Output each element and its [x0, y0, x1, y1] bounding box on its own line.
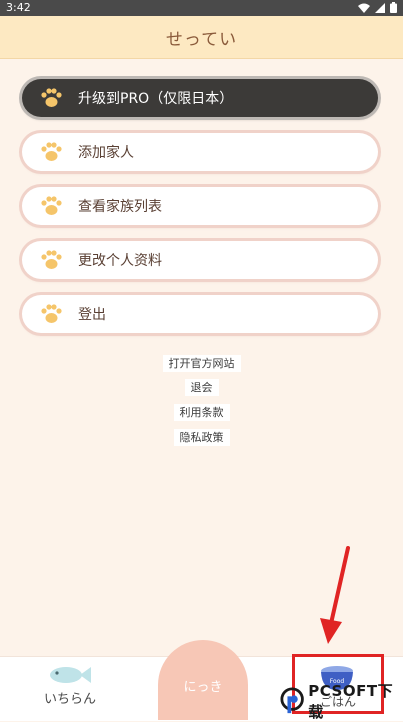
page-title: せってい: [165, 29, 238, 50]
status-bar: 3:42: [0, 0, 403, 16]
official-site-link[interactable]: 打开官方网站: [162, 355, 241, 372]
withdraw-link-row: 退会: [0, 379, 403, 396]
paw-icon: [41, 304, 62, 323]
app-header: せってい: [0, 16, 403, 59]
watermark-text: PCSOFT下载: [308, 682, 394, 721]
logout-button[interactable]: 登出: [22, 295, 378, 333]
paw-icon: [41, 88, 62, 107]
paw-icon: [41, 250, 62, 269]
family-list-button[interactable]: 查看家族列表: [22, 187, 378, 225]
menu-label: 登出: [78, 307, 106, 323]
status-icons: [358, 2, 397, 13]
add-family-button[interactable]: 添加家人: [22, 133, 378, 171]
fish-icon: [50, 667, 91, 683]
tab-diary-label: にっき: [183, 680, 223, 695]
menu-label: 更改个人资料: [78, 253, 162, 269]
terms-link[interactable]: 利用条款: [173, 404, 230, 421]
tab-diary[interactable]: にっき: [166, 676, 240, 695]
menu-label: 升级到PRO（仅限日本）: [78, 91, 234, 107]
watermark: PCSOFT下载: [280, 682, 402, 721]
tab-list-label: いちらん: [43, 692, 96, 707]
privacy-link-row: 隐私政策: [0, 429, 403, 446]
terms-link-row: 利用条款: [0, 404, 403, 421]
official-site-link-row: 打开官方网站: [0, 355, 403, 372]
menu-label: 查看家族列表: [78, 199, 162, 215]
signal-icon: [375, 2, 385, 13]
edit-profile-button[interactable]: 更改个人资料: [22, 241, 378, 279]
red-arrow-annotation: [320, 546, 350, 644]
tab-list[interactable]: いちらん: [30, 664, 110, 714]
paw-icon: [41, 142, 62, 161]
watermark-logo-icon: [280, 687, 304, 714]
privacy-link[interactable]: 隐私政策: [173, 429, 230, 446]
upgrade-pro-button[interactable]: 升级到PRO（仅限日本）: [22, 79, 378, 117]
status-time: 3:42: [6, 1, 31, 14]
paw-icon: [41, 196, 62, 215]
battery-icon: [390, 2, 397, 13]
menu-label: 添加家人: [78, 145, 134, 161]
withdraw-link[interactable]: 退会: [184, 379, 219, 396]
wifi-icon: [358, 3, 370, 13]
